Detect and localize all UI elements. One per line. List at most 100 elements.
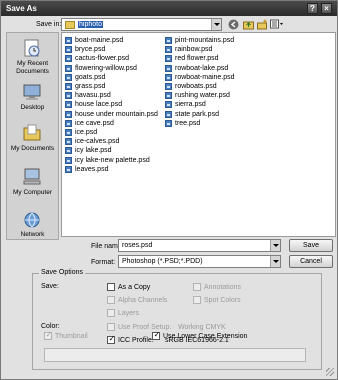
alpha-channels-label: Alpha Channels: [118, 297, 168, 304]
file-name: pint-mountains.psd: [175, 37, 235, 44]
psd-file-icon: [65, 64, 72, 72]
as-copy-checkbox[interactable]: [107, 283, 115, 291]
folder-icon: [65, 21, 75, 29]
psd-file-icon: [65, 156, 72, 164]
file-name: ice cave.psd: [75, 119, 114, 127]
psd-file-icon: [165, 110, 172, 118]
psd-file-icon: [65, 37, 72, 44]
desktop-icon: [22, 83, 42, 102]
lower-case-extension-checkbox[interactable]: ✓: [152, 330, 160, 340]
places-bar: My Recent Documents Desktop My Documents…: [6, 32, 59, 240]
color-label: Color:: [41, 323, 60, 330]
file-name: house lace.psd: [75, 101, 123, 109]
psd-file-icon: [165, 64, 172, 72]
file-name: tree.psd: [175, 119, 201, 127]
file-name: ice.psd: [75, 129, 98, 136]
psd-file-icon: [165, 37, 172, 44]
spot-colors-checkbox[interactable]: [193, 296, 201, 304]
place-my-documents[interactable]: My Documents: [7, 123, 58, 157]
use-proof-setup-checkbox[interactable]: [107, 323, 115, 331]
my-documents-icon: [22, 123, 42, 142]
place-my-computer[interactable]: My Computer: [7, 167, 58, 201]
save-options-title: Save Options: [39, 269, 86, 276]
file-name: havasu.psd: [75, 92, 111, 100]
file-name: goats.psd: [75, 73, 106, 81]
file-name: ice-calves.psd: [75, 138, 120, 146]
place-label-recent: My Recent Documents: [16, 60, 49, 75]
chevron-down-icon[interactable]: [211, 19, 221, 30]
network-icon: [22, 211, 42, 230]
annotations-label: Annotations: [204, 284, 241, 291]
file-name-input[interactable]: roses.psd: [118, 239, 281, 252]
file-name: state park.psd: [175, 110, 219, 118]
working-cmyk-value: Working CMYK: [178, 324, 226, 331]
file-name-value: roses.psd: [122, 242, 153, 249]
thumbnail-label: Thumbnail: [55, 333, 88, 340]
up-folder-icon[interactable]: [243, 19, 254, 30]
resize-grip-icon[interactable]: [326, 368, 334, 376]
place-label-network: Network: [20, 231, 45, 238]
file-name: rushing water.psd: [175, 92, 230, 100]
file-name: flowering-willow.psd: [75, 64, 137, 72]
annotations-checkbox[interactable]: [193, 283, 201, 291]
spot-colors-label: Spot Colors: [204, 297, 241, 304]
checkmark-icon: ✓: [108, 334, 116, 343]
use-proof-setup-label: Use Proof Setup:: [118, 324, 172, 331]
psd-file-icon: [65, 129, 72, 136]
file-name: rowboat-maine.psd: [175, 73, 235, 81]
format-label: Format:: [91, 259, 116, 266]
psd-file-icon: [65, 147, 72, 155]
as-copy-label: As a Copy: [118, 284, 151, 291]
psd-file-icon: [65, 83, 72, 90]
file-name: red flower.psd: [175, 55, 219, 63]
psd-file-icon: [165, 55, 172, 63]
save-in-dropdown[interactable]: hiphoto: [61, 18, 222, 31]
psd-file-icon: [165, 119, 172, 127]
alpha-channels-checkbox[interactable]: [107, 296, 115, 304]
place-recent-documents[interactable]: My Recent Documents: [7, 39, 58, 79]
place-label-my-documents: My Documents: [10, 145, 55, 152]
place-label-desktop: Desktop: [20, 104, 45, 111]
psd-file-icon: [65, 165, 72, 173]
help-button[interactable]: ?: [307, 3, 318, 14]
thumbnail-checkbox[interactable]: ✓: [44, 330, 53, 340]
psd-file-icon: [165, 46, 172, 54]
layers-checkbox[interactable]: [107, 309, 115, 317]
new-folder-icon[interactable]: [257, 19, 268, 30]
file-name: rowboats.psd: [175, 83, 217, 90]
close-button[interactable]: ×: [321, 3, 332, 14]
format-value: Photoshop (*.PSD;*.PDD): [122, 258, 203, 265]
save-in-label: Save in:: [36, 21, 62, 28]
format-dropdown[interactable]: Photoshop (*.PSD;*.PDD): [118, 255, 281, 268]
place-network[interactable]: Network: [7, 211, 58, 241]
my-computer-icon: [22, 167, 42, 186]
chevron-down-icon[interactable]: [270, 256, 280, 267]
psd-file-icon: [65, 46, 72, 54]
file-name: rowboat-lake.psd: [175, 64, 229, 72]
recent-documents-icon: [22, 39, 42, 58]
file-name: icy lake-new palette.psd: [75, 156, 150, 164]
checkmark-icon: ✓: [45, 330, 53, 339]
file-list[interactable]: boat-maine.psd bryce.psd cactus-flower.psd…: [61, 32, 336, 237]
file-name: cactus-flower.psd: [75, 55, 130, 63]
chevron-down-icon[interactable]: [270, 240, 280, 251]
options-warning-area: [44, 348, 306, 362]
save-label: Save:: [41, 283, 59, 290]
psd-file-icon: [65, 55, 72, 63]
psd-file-icon: [65, 101, 72, 109]
save-as-dialog: Save As ? × Save in: hiphoto My Recent D…: [0, 0, 338, 380]
save-button[interactable]: Save: [289, 239, 333, 252]
file-name: icy lake.psd: [75, 147, 112, 155]
icc-profile-checkbox[interactable]: ✓: [107, 334, 116, 344]
back-icon[interactable]: [228, 19, 239, 30]
file-name: bryce.psd: [75, 46, 106, 54]
psd-file-icon: [165, 73, 172, 81]
cancel-button[interactable]: Cancel: [289, 255, 333, 268]
place-label-my-computer: My Computer: [12, 189, 52, 196]
psd-file-icon: [165, 101, 172, 109]
place-desktop[interactable]: Desktop: [7, 83, 58, 115]
view-menu-icon[interactable]: [270, 19, 284, 30]
title-bar[interactable]: Save As ? ×: [1, 1, 337, 16]
file-name: sierra.psd: [175, 101, 206, 109]
psd-file-icon: [65, 110, 72, 118]
